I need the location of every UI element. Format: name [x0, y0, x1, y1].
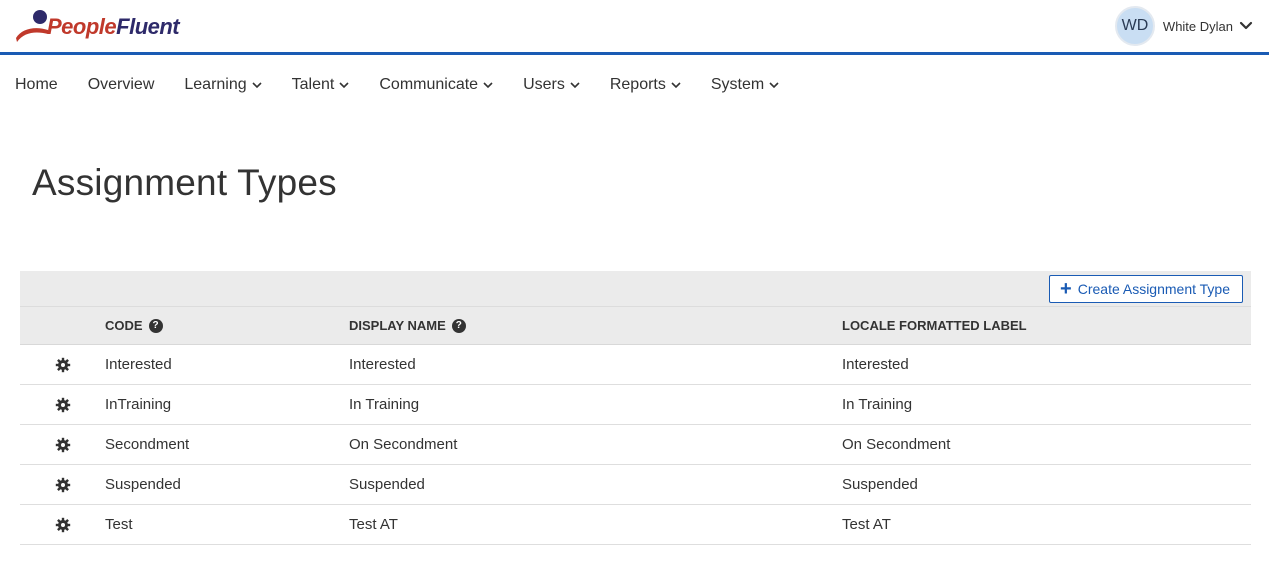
header-divider	[0, 52, 1269, 55]
nav-item-label: Home	[15, 76, 58, 93]
column-header-code: CODE ?	[105, 318, 349, 333]
plus-icon: +	[1060, 278, 1072, 300]
chevron-down-icon[interactable]	[1239, 19, 1253, 33]
cell-display-name: Suspended	[349, 476, 425, 493]
cell-locale-label: Interested	[842, 356, 909, 373]
nav-item-overview[interactable]: Overview	[73, 70, 170, 100]
help-icon[interactable]: ?	[451, 318, 466, 333]
cell-code: Test	[105, 516, 133, 533]
cell-locale-label: In Training	[842, 396, 913, 413]
create-button-label: Create Assignment Type	[1077, 281, 1230, 297]
main-navigation: Home Overview Learning Talent Communicat…	[0, 70, 794, 100]
column-header-label: LOCALE FORMATTED LABEL	[842, 318, 1027, 333]
table-row: InTraining In Training In Training	[20, 385, 1251, 425]
cell-display-name: Interested	[349, 356, 416, 373]
nav-item-label: Communicate	[379, 76, 479, 93]
row-actions-cell	[20, 517, 105, 533]
cell-display-name: In Training	[349, 396, 420, 413]
help-icon[interactable]: ?	[148, 318, 163, 333]
table-toolbar: + Create Assignment Type	[20, 271, 1251, 307]
cell-locale-label: On Secondment	[842, 436, 951, 453]
cell-display-name: On Secondment	[349, 436, 458, 453]
cell-locale-label: Suspended	[842, 476, 918, 493]
cell-display-name: Test AT	[349, 516, 398, 533]
nav-item-label: Learning	[184, 76, 247, 93]
table-row: Secondment On Secondment On Secondment	[20, 425, 1251, 465]
column-header-label: CODE	[105, 318, 143, 333]
cell-code: Suspended	[105, 476, 181, 493]
chevron-down-icon	[769, 82, 779, 89]
avatar[interactable]: WD	[1114, 6, 1155, 46]
table-row: Suspended Suspended Suspended	[20, 465, 1251, 505]
nav-item-label: Talent	[291, 76, 335, 93]
gear-icon[interactable]	[55, 357, 71, 373]
top-header: PeopleFluent WD White Dylan	[0, 0, 1269, 52]
gear-icon[interactable]	[55, 477, 71, 493]
nav-item-learning[interactable]: Learning	[169, 70, 276, 100]
table-header: CODE ? DISPLAY NAME ? LOCALE FORMATTED L…	[20, 307, 1251, 345]
chevron-down-icon	[671, 82, 681, 89]
cell-code: InTraining	[105, 396, 172, 413]
cell-locale-label: Test AT	[842, 516, 891, 533]
chevron-down-icon	[570, 82, 580, 89]
gear-icon[interactable]	[55, 397, 71, 413]
cell-code: Secondment	[105, 436, 190, 453]
row-actions-cell	[20, 357, 105, 373]
user-name[interactable]: White Dylan	[1163, 19, 1233, 34]
logo-text-people: People	[47, 14, 117, 39]
nav-item-label: Overview	[87, 76, 155, 93]
nav-item-reports[interactable]: Reports	[595, 70, 696, 100]
nav-item-talent[interactable]: Talent	[277, 70, 365, 100]
cell-code: Interested	[105, 356, 172, 373]
nav-item-label: Users	[523, 76, 565, 93]
page-title: Assignment Types	[32, 162, 337, 203]
table-row: Interested Interested Interested	[20, 345, 1251, 385]
gear-icon[interactable]	[55, 517, 71, 533]
nav-item-home[interactable]: Home	[0, 70, 73, 100]
peoplefluent-logo[interactable]: PeopleFluent	[14, 8, 184, 44]
nav-item-communicate[interactable]: Communicate	[364, 70, 508, 100]
chevron-down-icon	[252, 82, 262, 89]
nav-item-label: System	[710, 76, 765, 93]
assignment-types-panel: + Create Assignment Type CODE ? DISPLAY …	[20, 271, 1251, 545]
logo-text-fluent: Fluent	[116, 14, 180, 39]
row-actions-cell	[20, 397, 105, 413]
user-menu[interactable]: WD White Dylan	[1114, 6, 1253, 46]
gear-icon[interactable]	[55, 437, 71, 453]
table-row: Test Test AT Test AT	[20, 505, 1251, 545]
column-header-display-name: DISPLAY NAME ?	[349, 318, 842, 333]
column-header-locale-label: LOCALE FORMATTED LABEL	[842, 318, 1251, 333]
row-actions-cell	[20, 477, 105, 493]
row-actions-cell	[20, 437, 105, 453]
column-header-label: DISPLAY NAME	[349, 318, 446, 333]
nav-item-system[interactable]: System	[696, 70, 794, 100]
nav-item-label: Reports	[609, 76, 666, 93]
create-assignment-type-button[interactable]: + Create Assignment Type	[1049, 275, 1243, 303]
logo-text: PeopleFluent	[47, 14, 180, 40]
chevron-down-icon	[483, 82, 493, 89]
chevron-down-icon	[339, 82, 349, 89]
nav-item-users[interactable]: Users	[508, 70, 595, 100]
